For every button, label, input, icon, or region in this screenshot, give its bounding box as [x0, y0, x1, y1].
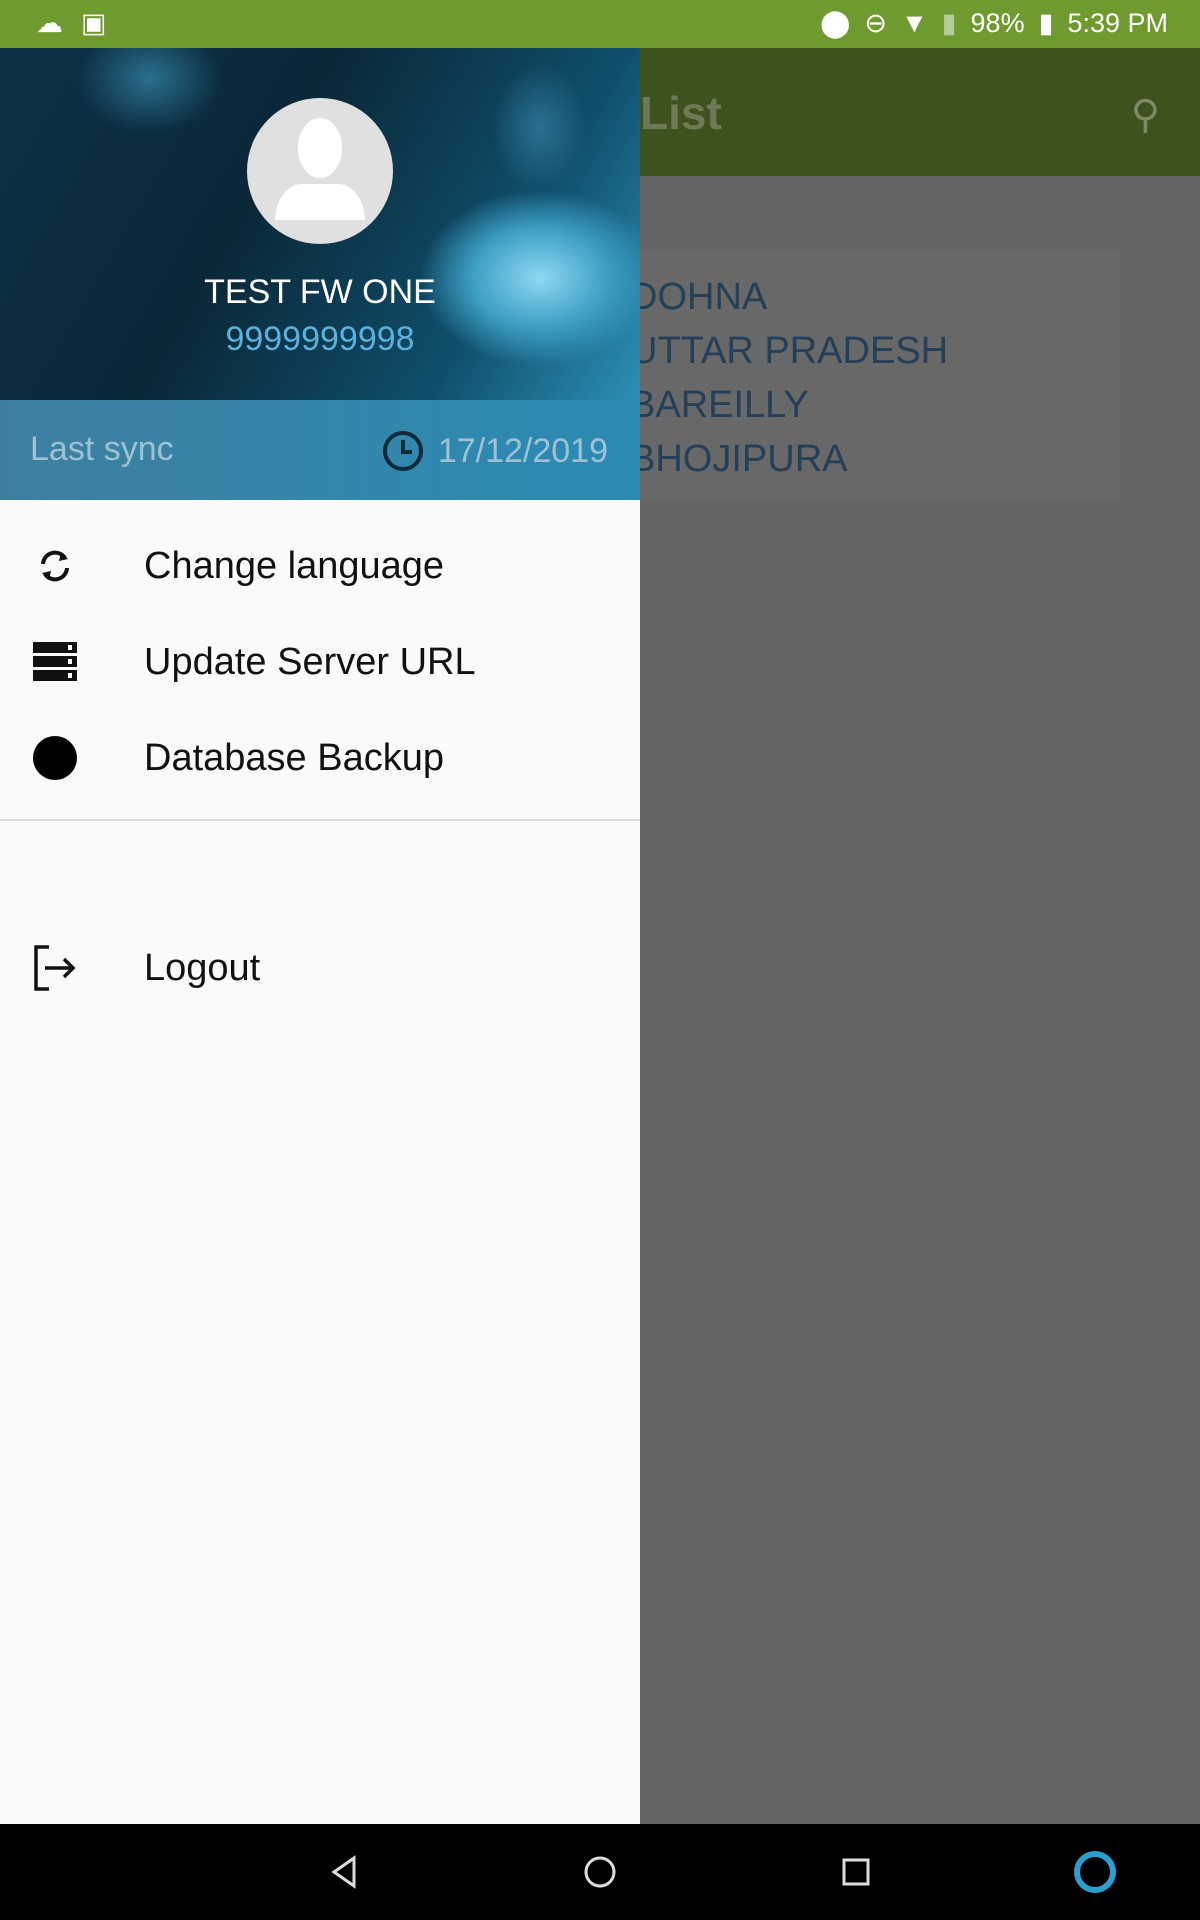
dnd-icon: ⊖	[864, 8, 887, 38]
menu-item-logout[interactable]: Logout	[0, 920, 640, 1016]
recents-icon[interactable]	[838, 1848, 874, 1896]
drawer-header: TEST FW ONE 9999999998	[0, 48, 640, 400]
status-bar: ☁ ▣ ⬤ ⊖ ▼ ▮ 98% ▮ 5:39 PM	[0, 0, 1200, 48]
navigation-drawer: TEST FW ONE 9999999998 Last sync 17/12/2…	[0, 48, 640, 1824]
app-title: List	[640, 87, 722, 139]
app-toolbar: List ⚲	[640, 48, 1200, 176]
location-icon: ⬤	[820, 8, 851, 38]
server-icon	[32, 639, 78, 685]
back-icon[interactable]	[326, 1848, 362, 1896]
menu-item-label: Change language	[144, 544, 445, 587]
list-item: BHOJIPURA	[630, 438, 848, 480]
clock: 5:39 PM	[1067, 8, 1168, 38]
menu-item-database-backup[interactable]: Database Backup	[0, 710, 640, 806]
divider	[0, 819, 640, 821]
wifi-icon: ▼	[900, 8, 928, 38]
weather-icon: ☁	[36, 8, 63, 38]
last-sync-label: Last sync	[30, 430, 174, 468]
user-name: TEST FW ONE	[204, 273, 436, 311]
last-sync-bar: Last sync 17/12/2019	[0, 400, 640, 500]
menu-item-change-language[interactable]: Change language	[0, 518, 640, 614]
clock-icon	[382, 431, 423, 471]
battery-level: 98%	[970, 8, 1025, 38]
user-phone: 9999999998	[225, 320, 415, 358]
list-item: BAREILLY	[630, 384, 809, 426]
menu-item-label: Logout	[144, 946, 261, 989]
refresh-icon	[32, 543, 78, 589]
menu-item-label: Database Backup	[144, 736, 444, 779]
circle-icon	[32, 735, 78, 781]
list-item: UTTAR PRADESH	[630, 330, 949, 372]
search-icon[interactable]: ⚲	[1131, 92, 1160, 138]
assistant-icon[interactable]	[1070, 1848, 1120, 1896]
avatar[interactable]	[247, 98, 393, 244]
home-icon[interactable]	[580, 1848, 620, 1896]
logout-icon	[32, 945, 78, 991]
last-sync-date: 17/12/2019	[437, 431, 608, 470]
menu-item-label: Update Server URL	[144, 640, 476, 683]
menu-item-update-server-url[interactable]: Update Server URL	[0, 614, 640, 710]
no-sim-icon: ▮	[941, 8, 957, 38]
image-icon: ▣	[81, 8, 107, 38]
battery-icon: ▮	[1038, 8, 1054, 38]
list-item: DOHNA	[630, 276, 768, 318]
system-nav-bar	[0, 1824, 1200, 1920]
